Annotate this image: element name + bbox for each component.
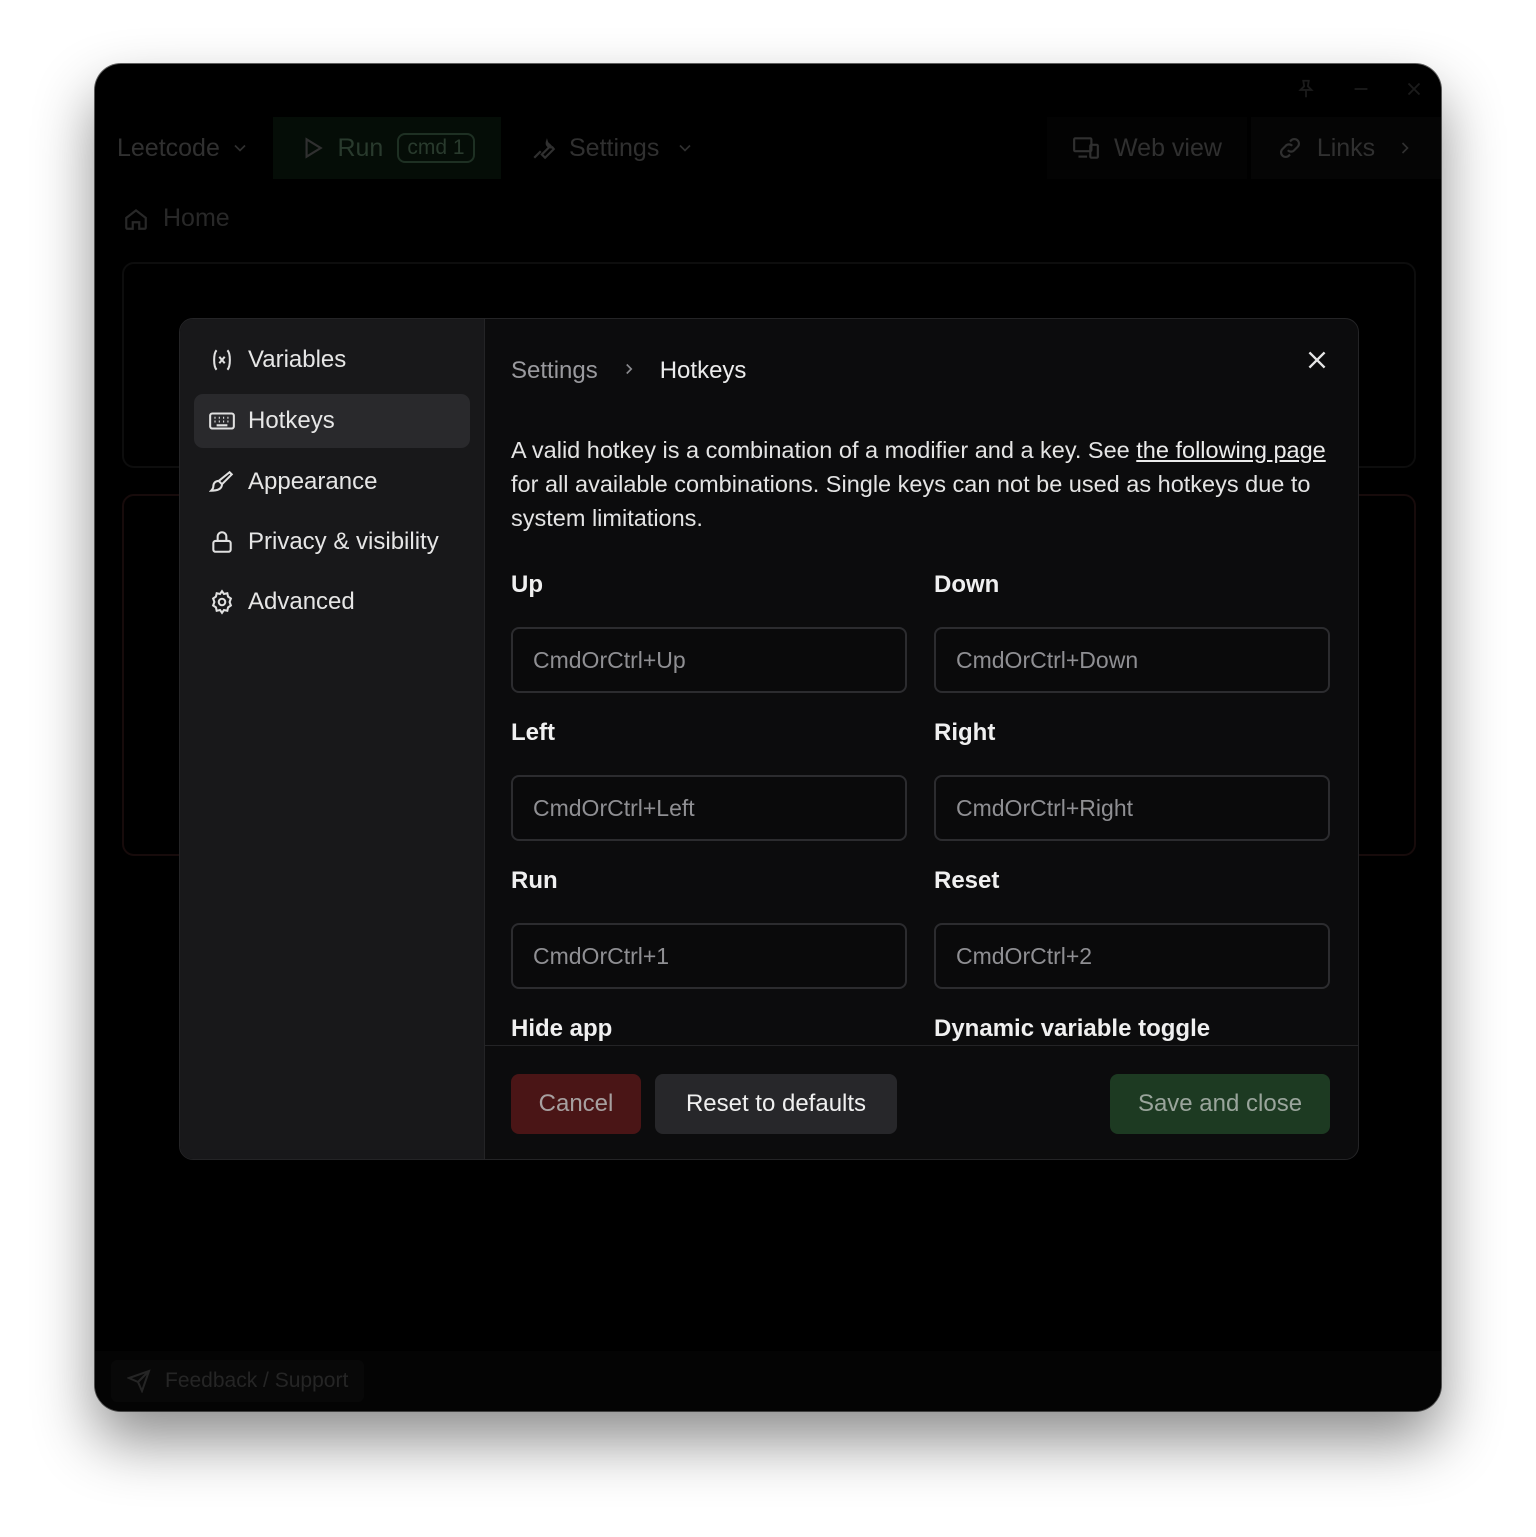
settings-modal: Variables Hotkeys Appearance Privacy & v…: [179, 318, 1359, 1160]
field-right: Right: [934, 719, 1330, 841]
breadcrumb-settings-link[interactable]: Settings: [511, 357, 598, 385]
description-text-2: for all available combinations. Single k…: [511, 471, 1311, 531]
left-hotkey-input[interactable]: [511, 775, 907, 841]
field-label: Up: [511, 571, 543, 598]
sidebar-item-label: Variables: [248, 346, 347, 373]
field-label: Hide app: [511, 1015, 613, 1042]
field-reset: Reset: [934, 867, 1330, 989]
right-hotkey-input[interactable]: [934, 775, 1330, 841]
settings-content: Settings Hotkeys A valid hotkey is a com…: [485, 319, 1358, 1159]
field-label: Left: [511, 719, 555, 746]
paintbrush-icon: [208, 468, 236, 496]
reset-to-defaults-button[interactable]: Reset to defaults: [655, 1074, 897, 1134]
settings-sidebar: Variables Hotkeys Appearance Privacy & v…: [180, 319, 485, 1159]
description-text-1: A valid hotkey is a combination of a mod…: [511, 437, 1137, 463]
lock-icon: [208, 528, 236, 556]
breadcrumb: Settings Hotkeys: [511, 357, 746, 385]
sidebar-item-privacy[interactable]: Privacy & visibility: [194, 515, 470, 569]
field-label: Dynamic variable toggle: [934, 1015, 1211, 1042]
field-hide-app: Hide app: [511, 1015, 907, 1045]
field-dynamic-variable-toggle: Dynamic variable toggle: [934, 1015, 1330, 1045]
cancel-button[interactable]: Cancel: [511, 1074, 641, 1134]
footer-divider: [485, 1045, 1358, 1046]
field-left: Left: [511, 719, 907, 841]
field-up: Up: [511, 571, 907, 693]
sidebar-item-advanced[interactable]: Advanced: [194, 575, 470, 629]
sidebar-item-hotkeys[interactable]: Hotkeys: [194, 394, 470, 448]
down-hotkey-input[interactable]: [934, 627, 1330, 693]
reset-hotkey-input[interactable]: [934, 923, 1330, 989]
keyboard-icon: [208, 407, 236, 435]
field-label: Right: [934, 719, 996, 746]
hotkey-fields-scroll[interactable]: Up Down Left Right Run Reset: [485, 559, 1358, 1045]
sidebar-item-variables[interactable]: Variables: [194, 333, 470, 387]
field-down: Down: [934, 571, 1330, 693]
sidebar-item-label: Privacy & visibility: [248, 528, 439, 555]
save-and-close-button[interactable]: Save and close: [1110, 1074, 1330, 1134]
breadcrumb-current: Hotkeys: [659, 357, 747, 384]
hotkey-description: A valid hotkey is a combination of a mod…: [511, 433, 1339, 535]
field-run: Run: [511, 867, 907, 989]
sidebar-item-label: Appearance: [248, 468, 378, 495]
variable-icon: [208, 346, 236, 374]
field-label: Down: [934, 571, 1000, 598]
close-icon[interactable]: [1304, 347, 1330, 373]
sidebar-item-label: Hotkeys: [248, 407, 335, 434]
sidebar-item-appearance[interactable]: Appearance: [194, 455, 470, 509]
field-label: Run: [511, 867, 558, 894]
following-page-link[interactable]: the following page: [1136, 437, 1325, 463]
gear-icon: [208, 588, 236, 616]
sidebar-item-label: Advanced: [248, 588, 355, 615]
up-hotkey-input[interactable]: [511, 627, 907, 693]
chevron-right-icon: [620, 358, 638, 384]
field-label: Reset: [934, 867, 1000, 894]
run-hotkey-input[interactable]: [511, 923, 907, 989]
